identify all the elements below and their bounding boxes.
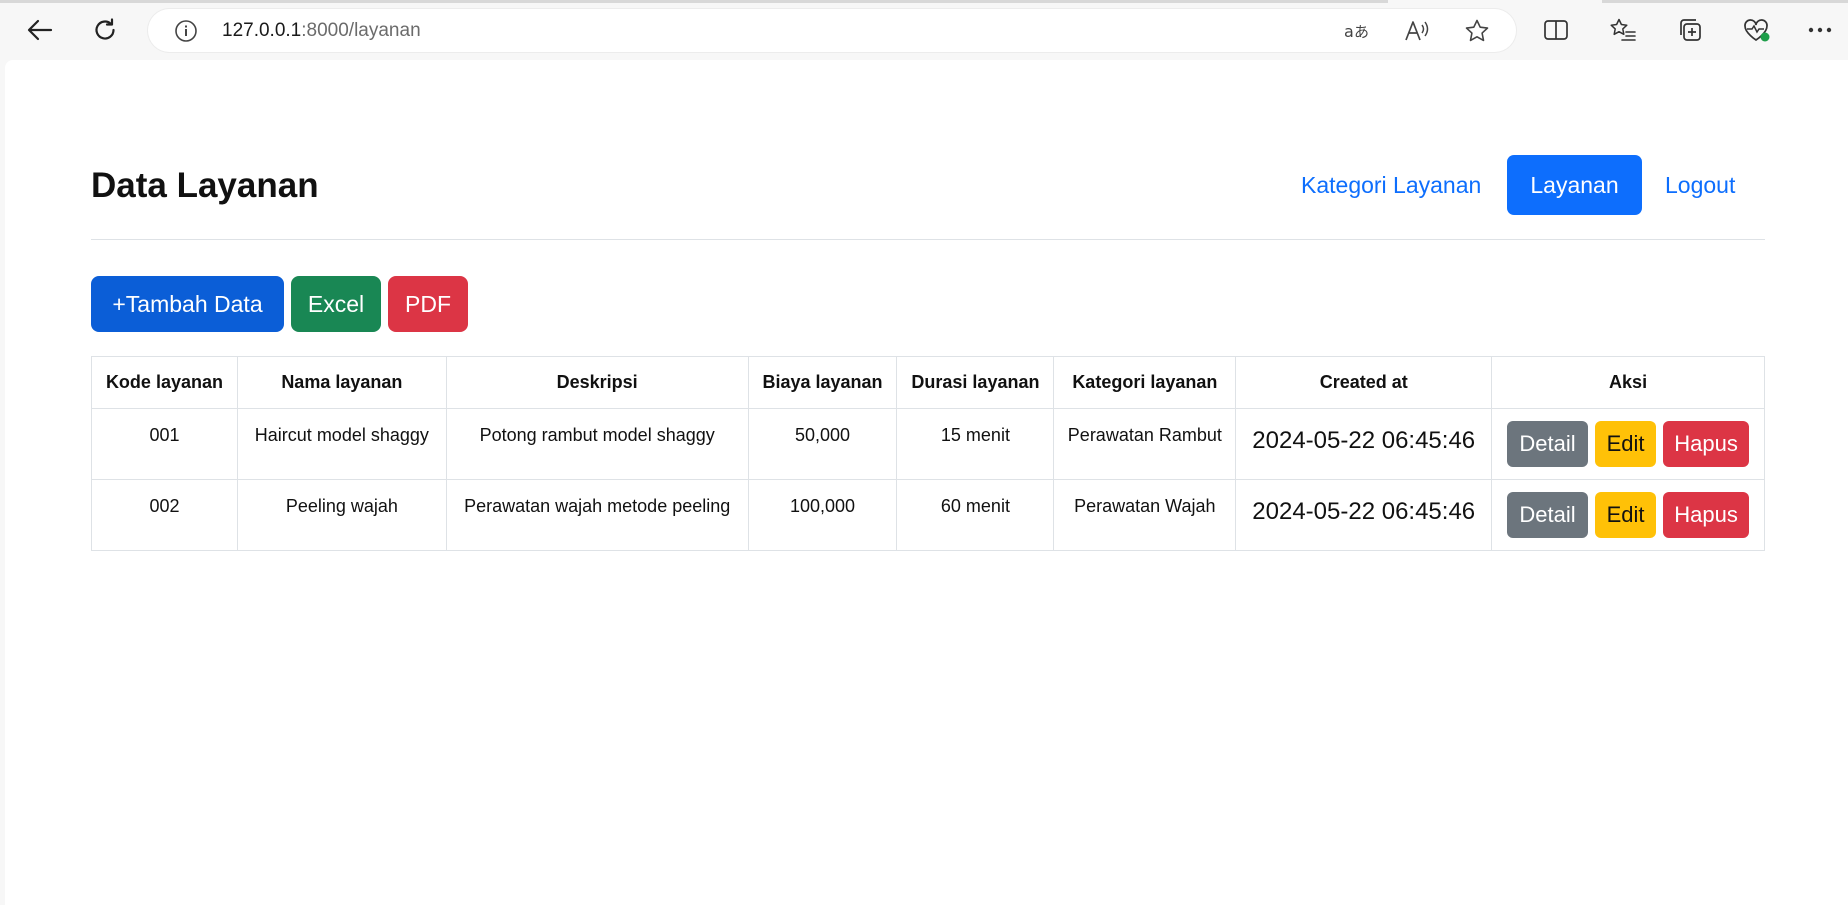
col-aksi: Aksi: [1491, 356, 1765, 409]
edit-button[interactable]: Edit: [1595, 421, 1657, 467]
cell-durasi: 60 menit: [896, 479, 1055, 551]
svg-text:a: a: [1344, 22, 1354, 41]
browser-toolbar: 127.0.0.1:8000/layanan aあ: [0, 0, 1848, 60]
header-row: Kode layanan Nama layanan Deskripsi Biay…: [91, 356, 1765, 409]
cell-aksi: Detail Edit Hapus: [1491, 479, 1765, 551]
page-title: Data Layanan: [91, 166, 319, 205]
cell-created-at: 2024-05-22 06:45:46: [1235, 479, 1493, 551]
table-row: 002 Peeling wajah Perawatan wajah metode…: [91, 479, 1765, 551]
collections-icon: [1680, 19, 1701, 41]
site-info-icon[interactable]: [174, 19, 198, 43]
split-screen-icon: [1544, 20, 1568, 40]
nav-kategori-layanan[interactable]: Kategori Layanan: [1301, 155, 1481, 215]
cell-created-at: 2024-05-22 06:45:46: [1235, 408, 1493, 480]
add-data-button[interactable]: +Tambah Data: [91, 276, 284, 332]
cell-deskripsi: Potong rambut model shaggy: [445, 408, 749, 480]
cell-kode: 002: [91, 479, 238, 551]
loading-indicator: [0, 0, 1388, 3]
table-header: Kode layanan Nama layanan Deskripsi Biay…: [91, 356, 1765, 409]
delete-button[interactable]: Hapus: [1663, 492, 1750, 538]
cell-kategori: Perawatan Wajah: [1053, 479, 1237, 551]
read-aloud-icon[interactable]: [1404, 18, 1430, 44]
header-divider: [91, 239, 1765, 240]
refresh-icon: [95, 18, 115, 40]
page-viewport: Data Layanan Kategori Layanan Layanan Lo…: [5, 60, 1848, 905]
cell-biaya: 100,000: [747, 479, 898, 551]
split-screen-button[interactable]: [1538, 12, 1574, 48]
delete-button[interactable]: Hapus: [1663, 421, 1750, 467]
back-arrow-icon: [27, 19, 53, 41]
favorites-button[interactable]: [1605, 12, 1641, 48]
cell-nama: Peeling wajah: [236, 479, 447, 551]
col-biaya-layanan: Biaya layanan: [747, 356, 898, 409]
url-path: :8000/layanan: [301, 20, 421, 41]
tab-strip-edge: [0, 0, 1848, 3]
favorite-star-icon[interactable]: [1464, 18, 1490, 44]
address-url[interactable]: 127.0.0.1:8000/layanan: [222, 20, 421, 42]
cell-biaya: 50,000: [747, 408, 898, 480]
favorites-list-icon: [1610, 18, 1636, 41]
edit-button[interactable]: Edit: [1595, 492, 1657, 538]
cell-deskripsi: Perawatan wajah metode peeling: [445, 479, 749, 551]
address-bar[interactable]: 127.0.0.1:8000/layanan aあ: [148, 9, 1516, 52]
col-kode-layanan: Kode layanan: [91, 356, 238, 409]
col-nama-layanan: Nama layanan: [236, 356, 447, 409]
col-kategori-layanan: Kategori layanan: [1053, 356, 1237, 409]
nav-kategori-layanan-link[interactable]: Kategori Layanan: [1301, 172, 1481, 199]
collections-button[interactable]: [1672, 12, 1708, 48]
col-durasi-layanan: Durasi layanan: [896, 356, 1055, 409]
cell-nama: Haircut model shaggy: [236, 408, 447, 480]
detail-button[interactable]: Detail: [1507, 492, 1589, 538]
nav-layanan-active[interactable]: Layanan: [1507, 155, 1642, 215]
refresh-button[interactable]: [87, 12, 123, 48]
loading-indicator-right: [1602, 0, 1848, 3]
ellipsis-icon: [1808, 27, 1832, 33]
translate-icon[interactable]: aあ: [1344, 18, 1370, 44]
col-created-at: Created at: [1235, 356, 1493, 409]
cell-kategori: Perawatan Rambut: [1053, 408, 1237, 480]
table-row: 001 Haircut model shaggy Potong rambut m…: [91, 408, 1765, 480]
cell-kode: 001: [91, 408, 238, 480]
back-button[interactable]: [22, 12, 58, 48]
cell-durasi: 15 menit: [896, 408, 1055, 480]
browser-essentials-button[interactable]: [1738, 12, 1774, 48]
export-excel-button[interactable]: Excel: [291, 276, 381, 332]
heart-pulse-icon: [1744, 19, 1770, 42]
export-pdf-button[interactable]: PDF: [388, 276, 468, 332]
nav-logout[interactable]: Logout: [1665, 155, 1735, 215]
url-host: 127.0.0.1: [222, 20, 302, 41]
col-deskripsi: Deskripsi: [445, 356, 749, 409]
svg-text:あ: あ: [1354, 23, 1369, 41]
nav-logout-link[interactable]: Logout: [1665, 172, 1735, 199]
detail-button[interactable]: Detail: [1507, 421, 1589, 467]
layanan-table: Kode layanan Nama layanan Deskripsi Biay…: [91, 356, 1765, 551]
more-options-button[interactable]: [1802, 12, 1838, 48]
cell-aksi: Detail Edit Hapus: [1491, 408, 1765, 480]
